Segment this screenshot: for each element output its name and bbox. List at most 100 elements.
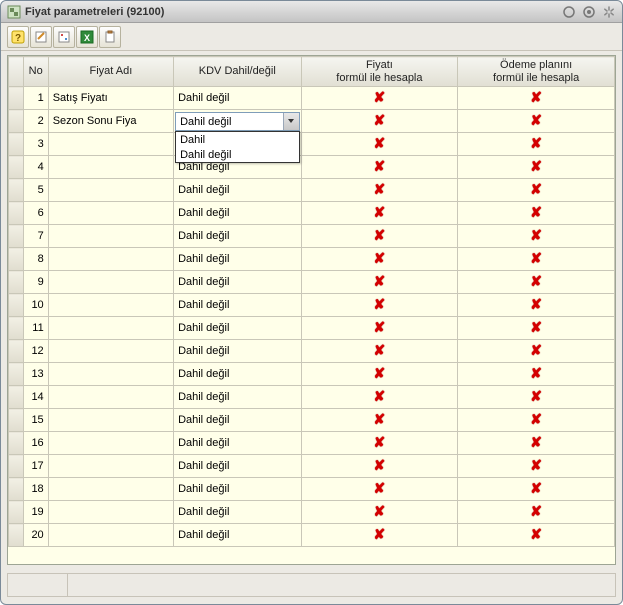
cell-fiyat-formula[interactable]: ✘ (301, 225, 458, 248)
kdv-dropdown[interactable]: Dahil değil (175, 112, 299, 131)
cell-no[interactable]: 1 (23, 87, 48, 110)
row-selector[interactable] (9, 478, 24, 501)
cell-no[interactable]: 10 (23, 294, 48, 317)
table-row[interactable]: 13Dahil değil✘✘ (9, 363, 615, 386)
cell-fiyat-formula[interactable]: ✘ (301, 202, 458, 225)
cell-name[interactable] (48, 340, 173, 363)
cell-kdv[interactable]: Dahil değil (174, 455, 301, 478)
cell-odeme-formula[interactable]: ✘ (458, 432, 615, 455)
table-row[interactable]: 19Dahil değil✘✘ (9, 501, 615, 524)
cell-kdv[interactable]: Dahil değil (174, 202, 301, 225)
cell-name[interactable] (48, 363, 173, 386)
cell-name[interactable] (48, 248, 173, 271)
export-excel-button[interactable]: X (76, 26, 98, 48)
row-selector[interactable] (9, 340, 24, 363)
cell-kdv[interactable]: Dahil değil (174, 386, 301, 409)
cell-odeme-formula[interactable]: ✘ (458, 340, 615, 363)
cell-kdv[interactable]: Dahil değil (174, 248, 301, 271)
cell-fiyat-formula[interactable]: ✘ (301, 478, 458, 501)
cell-no[interactable]: 7 (23, 225, 48, 248)
cell-odeme-formula[interactable]: ✘ (458, 248, 615, 271)
cell-name[interactable] (48, 317, 173, 340)
cell-name[interactable] (48, 386, 173, 409)
cell-no[interactable]: 12 (23, 340, 48, 363)
table-row[interactable]: 2Sezon Sonu FiyaDahil değilDahilDahil de… (9, 110, 615, 133)
row-selector[interactable] (9, 363, 24, 386)
cell-odeme-formula[interactable]: ✘ (458, 363, 615, 386)
cell-kdv[interactable]: Dahil değil (174, 271, 301, 294)
cell-odeme-formula[interactable]: ✘ (458, 179, 615, 202)
cell-name[interactable]: Satış Fiyatı (48, 87, 173, 110)
cell-name[interactable] (48, 133, 173, 156)
cell-fiyat-formula[interactable]: ✘ (301, 317, 458, 340)
cell-odeme-formula[interactable]: ✘ (458, 225, 615, 248)
cell-no[interactable]: 13 (23, 363, 48, 386)
row-selector[interactable] (9, 409, 24, 432)
kdv-option[interactable]: Dahil (176, 132, 298, 147)
row-selector[interactable] (9, 294, 24, 317)
cell-odeme-formula[interactable]: ✘ (458, 386, 615, 409)
edit-button[interactable] (30, 26, 52, 48)
cell-fiyat-formula[interactable]: ✘ (301, 340, 458, 363)
chevron-down-icon[interactable] (283, 113, 299, 130)
table-row[interactable]: 9Dahil değil✘✘ (9, 271, 615, 294)
cell-name[interactable] (48, 294, 173, 317)
row-selector[interactable] (9, 248, 24, 271)
cell-kdv[interactable]: Dahil değil (174, 478, 301, 501)
table-row[interactable]: 15Dahil değil✘✘ (9, 409, 615, 432)
cell-odeme-formula[interactable]: ✘ (458, 87, 615, 110)
cell-name[interactable] (48, 501, 173, 524)
col-selector-header[interactable] (9, 57, 24, 87)
table-row[interactable]: 17Dahil değil✘✘ (9, 455, 615, 478)
cell-name[interactable] (48, 225, 173, 248)
cell-name[interactable] (48, 478, 173, 501)
cell-name[interactable] (48, 179, 173, 202)
row-selector[interactable] (9, 225, 24, 248)
cell-kdv[interactable]: Dahil değil (174, 294, 301, 317)
col-fiyat-formula-header[interactable]: Fiyatı formül ile hesapla (301, 57, 458, 87)
cell-odeme-formula[interactable]: ✘ (458, 110, 615, 133)
table-row[interactable]: 11Dahil değil✘✘ (9, 317, 615, 340)
cell-kdv[interactable]: Dahil değil (174, 363, 301, 386)
grid[interactable]: No Fiyat Adı KDV Dahil/değil Fiyatı form… (7, 55, 616, 565)
cell-fiyat-formula[interactable]: ✘ (301, 271, 458, 294)
cell-kdv[interactable]: Dahil değil (174, 87, 301, 110)
help-button[interactable]: ? (7, 26, 29, 48)
cell-odeme-formula[interactable]: ✘ (458, 133, 615, 156)
cell-no[interactable]: 2 (23, 110, 48, 133)
cell-name[interactable] (48, 156, 173, 179)
row-selector[interactable] (9, 202, 24, 225)
cell-fiyat-formula[interactable]: ✘ (301, 248, 458, 271)
col-name-header[interactable]: Fiyat Adı (48, 57, 173, 87)
close-button[interactable] (602, 5, 616, 19)
row-selector[interactable] (9, 133, 24, 156)
cell-no[interactable]: 16 (23, 432, 48, 455)
row-selector[interactable] (9, 110, 24, 133)
cell-no[interactable]: 11 (23, 317, 48, 340)
cell-fiyat-formula[interactable]: ✘ (301, 110, 458, 133)
cell-odeme-formula[interactable]: ✘ (458, 409, 615, 432)
cell-name[interactable]: Sezon Sonu Fiya (48, 110, 173, 133)
cell-odeme-formula[interactable]: ✘ (458, 156, 615, 179)
cell-kdv[interactable]: Dahil değil (174, 501, 301, 524)
table-row[interactable]: 1Satış FiyatıDahil değil✘✘ (9, 87, 615, 110)
cell-odeme-formula[interactable]: ✘ (458, 478, 615, 501)
kdv-option[interactable]: Dahil değil (176, 147, 298, 162)
cell-odeme-formula[interactable]: ✘ (458, 294, 615, 317)
cell-no[interactable]: 20 (23, 524, 48, 547)
table-row[interactable]: 20Dahil değil✘✘ (9, 524, 615, 547)
cell-name[interactable] (48, 202, 173, 225)
cell-no[interactable]: 9 (23, 271, 48, 294)
cell-odeme-formula[interactable]: ✘ (458, 202, 615, 225)
cell-no[interactable]: 6 (23, 202, 48, 225)
cell-kdv[interactable]: Dahil değil (174, 317, 301, 340)
cell-name[interactable] (48, 271, 173, 294)
table-row[interactable]: 18Dahil değil✘✘ (9, 478, 615, 501)
cell-name[interactable] (48, 524, 173, 547)
row-selector[interactable] (9, 432, 24, 455)
cell-odeme-formula[interactable]: ✘ (458, 455, 615, 478)
cell-fiyat-formula[interactable]: ✘ (301, 294, 458, 317)
col-no-header[interactable]: No (23, 57, 48, 87)
cell-name[interactable] (48, 432, 173, 455)
row-selector[interactable] (9, 179, 24, 202)
